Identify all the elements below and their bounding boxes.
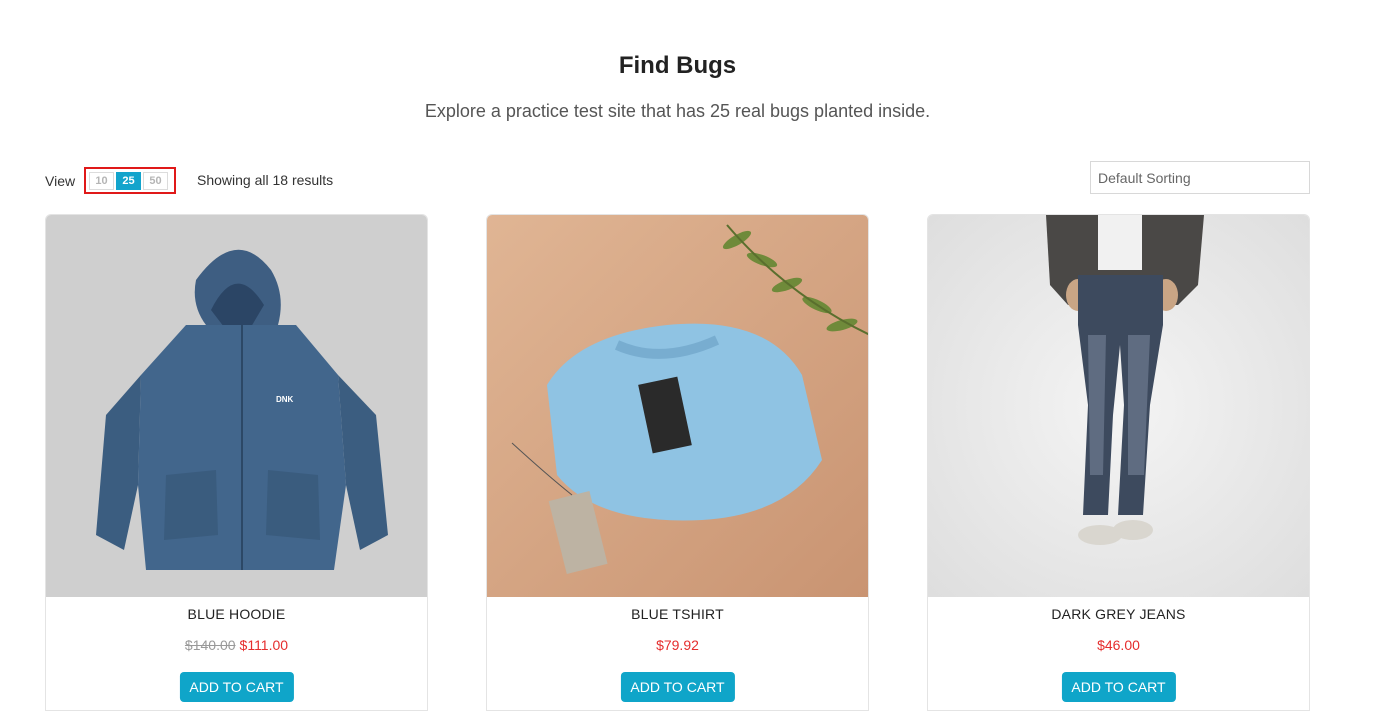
- price: $111.00: [239, 637, 289, 653]
- view-option-50[interactable]: 50: [143, 171, 168, 190]
- page-title: Find Bugs: [618, 52, 737, 79]
- page-subtitle: Explore a practice test site that has 25…: [424, 101, 931, 121]
- add-to-cart-button[interactable]: ADD TO CART: [179, 672, 294, 702]
- view-option-10[interactable]: 10: [89, 171, 114, 190]
- product-card: DARK GREY JEANS $46.00 ADD TO CART: [927, 214, 1310, 711]
- view-label: View: [45, 173, 76, 189]
- product-name[interactable]: DARK GREY JEANS: [928, 606, 1309, 622]
- product-prices: $140.00 $111.00: [46, 637, 427, 653]
- add-to-cart-button[interactable]: ADD TO CART: [620, 672, 735, 702]
- sort-select[interactable]: Default Sorting: [1090, 161, 1310, 194]
- results-count: Showing all 18 results: [197, 172, 334, 188]
- product-name[interactable]: BLUE HOODIE: [46, 606, 427, 622]
- blue-hoodie-image[interactable]: DNK: [46, 215, 427, 597]
- shop-page: Find Bugs Explore a practice test site t…: [0, 0, 1373, 727]
- old-price: $140.00: [184, 637, 236, 653]
- view-count-selector: 10 25 50: [84, 167, 176, 194]
- dark-grey-jeans-image[interactable]: [928, 215, 1309, 597]
- product-prices: $79.92: [487, 637, 868, 653]
- price: $79.92: [656, 637, 699, 653]
- product-name[interactable]: BLUE TSHIRT: [487, 606, 868, 622]
- price: $46.00: [1097, 637, 1140, 653]
- add-to-cart-button[interactable]: ADD TO CART: [1061, 672, 1176, 702]
- blue-tshirt-image[interactable]: [487, 215, 868, 597]
- product-card: BLUE TSHIRT $79.92 ADD TO CART: [486, 214, 869, 711]
- svg-text:DNK: DNK: [276, 395, 294, 404]
- product-card: DNK BLUE HOODIE $140.00 $111.00 ADD TO CA…: [45, 214, 428, 711]
- view-option-25[interactable]: 25: [116, 171, 141, 190]
- product-prices: $46.00: [928, 637, 1309, 653]
